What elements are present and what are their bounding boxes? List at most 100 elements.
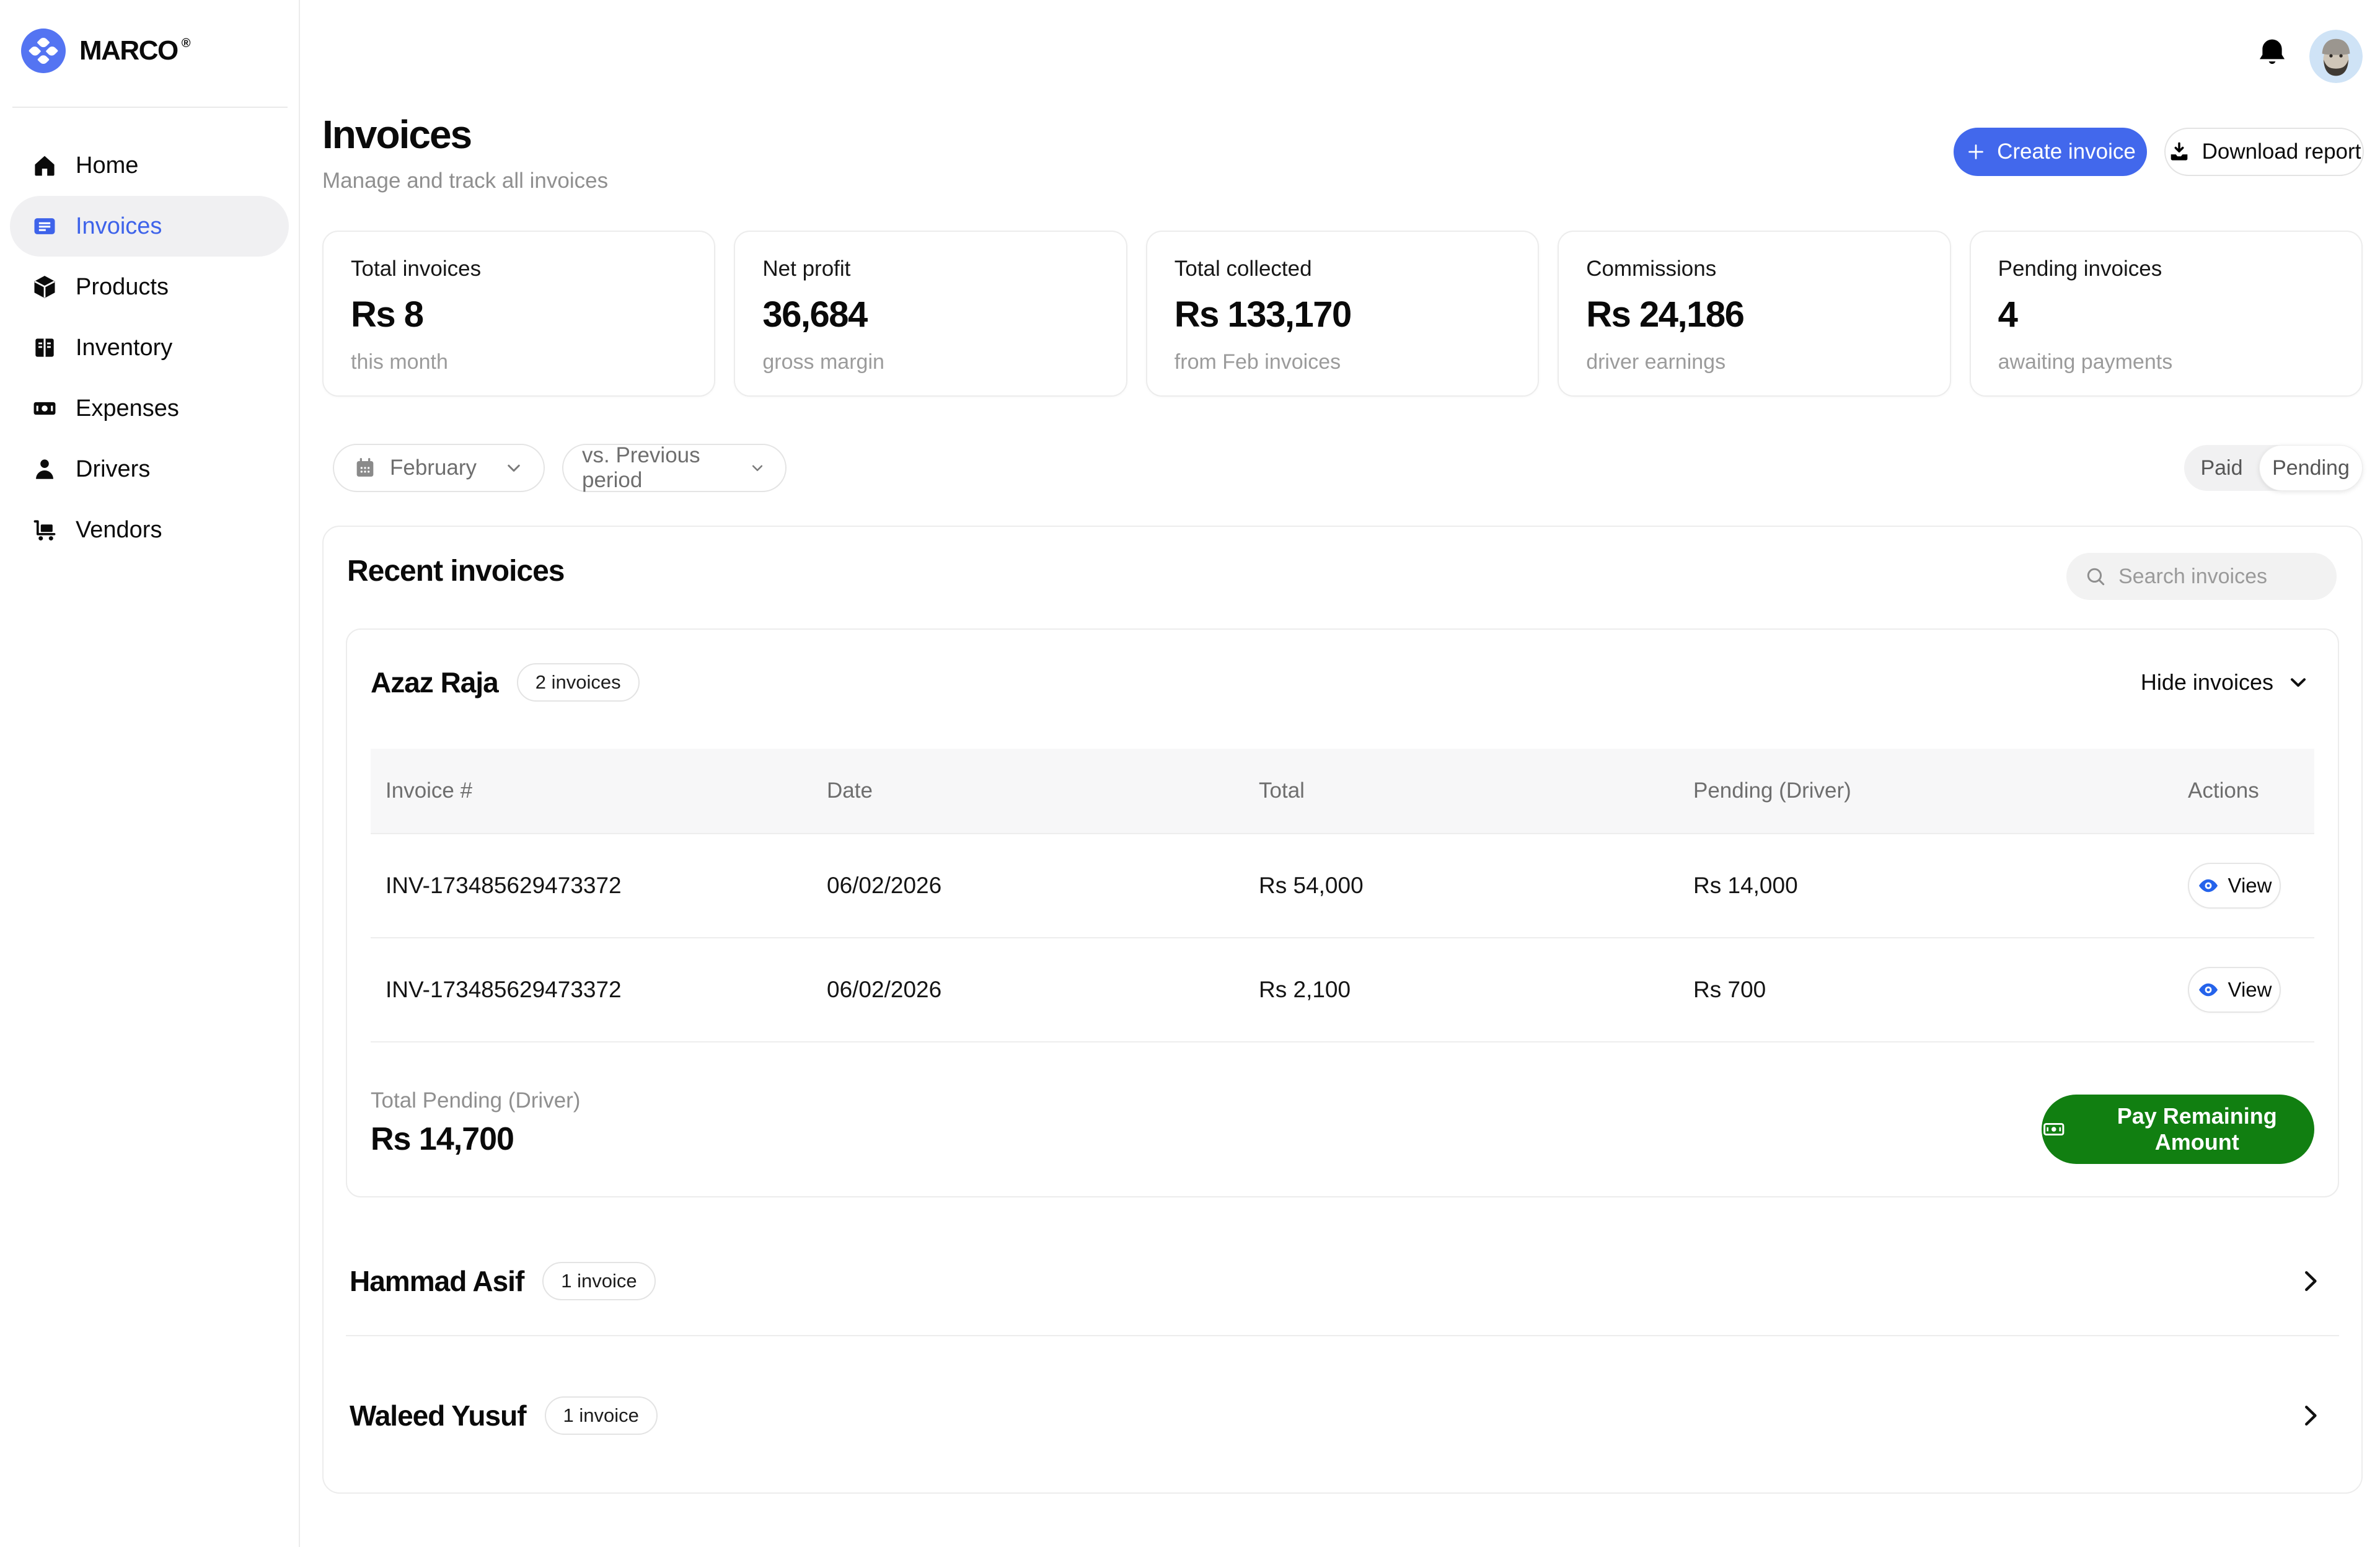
box-icon (31, 273, 58, 301)
chevron-right-icon (2296, 1267, 2324, 1295)
invoices-page: MARCO® Home Invoices Products Inventory (0, 0, 2380, 1547)
notifications-button[interactable] (2255, 36, 2290, 71)
stat-value: 36,684 (762, 294, 1098, 335)
stat-card-net-profit: Net profit 36,684 gross margin (734, 231, 1127, 397)
download-report-button[interactable]: Download report (2164, 128, 2364, 176)
stat-card-total-collected: Total collected Rs 133,170 from Feb invo… (1146, 231, 1539, 397)
chevron-right-icon (2296, 1401, 2324, 1430)
page-subtitle: Manage and track all invoices (322, 169, 608, 193)
banknote-icon (2042, 1116, 2066, 1142)
stat-card-commissions: Commissions Rs 24,186 driver earnings (1558, 231, 1950, 397)
group-name: Waleed Yusuf (350, 1399, 526, 1432)
sidebar-item-vendors[interactable]: Vendors (10, 500, 289, 560)
sidebar-divider (12, 107, 288, 108)
home-icon (31, 152, 58, 179)
group-name: Hammad Asif (350, 1264, 524, 1298)
group-name: Azaz Raja (371, 666, 498, 699)
sidebar-item-label: Inventory (76, 335, 172, 361)
search-input[interactable] (2118, 565, 2319, 589)
stat-note: awaiting payments (1998, 350, 2173, 374)
table-row: INV-173485629473372 06/02/2026 Rs 54,000… (371, 834, 2314, 938)
invoice-number: INV-173485629473372 (371, 977, 812, 1003)
invoice-count-badge: 1 invoice (542, 1262, 655, 1300)
group-divider (346, 1335, 2339, 1336)
toggle-pending[interactable]: Pending (2259, 445, 2363, 491)
brand-name: MARCO® (79, 35, 190, 66)
compare-period-dropdown[interactable]: vs. Previous period (562, 444, 787, 492)
stat-value: Rs 8 (351, 294, 687, 335)
col-date: Date (812, 778, 1244, 803)
invoice-pending: Rs 14,000 (1678, 873, 2173, 899)
registered-mark: ® (182, 37, 190, 51)
sidebar-item-label: Invoices (76, 213, 162, 240)
stat-note: from Feb invoices (1175, 350, 1341, 374)
invoice-group-waleed-yusuf[interactable]: Waleed Yusuf 1 invoice (346, 1369, 2339, 1462)
invoice-number: INV-173485629473372 (371, 873, 812, 899)
paid-pending-toggle: Paid Pending (2184, 445, 2363, 491)
sidebar-item-drivers[interactable]: Drivers (10, 439, 289, 500)
create-invoice-label: Create invoice (1997, 139, 2136, 164)
sidebar-item-label: Drivers (76, 456, 150, 483)
hide-invoices-button[interactable]: Hide invoices (2141, 669, 2311, 695)
sidebar-item-home[interactable]: Home (10, 135, 289, 196)
banknote-icon (31, 395, 58, 422)
chevron-down-icon (748, 457, 767, 479)
sidebar-item-expenses[interactable]: Expenses (10, 378, 289, 439)
sidebar-item-label: Expenses (76, 395, 179, 422)
sidebar-item-invoices[interactable]: Invoices (10, 196, 289, 257)
col-total: Total (1244, 778, 1678, 803)
hide-invoices-label: Hide invoices (2141, 669, 2273, 695)
stat-label: Total collected (1175, 257, 1510, 281)
chevron-down-icon (2286, 670, 2311, 695)
group-footer: Total Pending (Driver) Rs 14,700 Pay Rem… (371, 1042, 2314, 1199)
invoice-pending: Rs 700 (1678, 977, 2173, 1003)
stat-note: driver earnings (1586, 350, 1726, 374)
sidebar-item-inventory[interactable]: Inventory (10, 317, 289, 378)
group-header: Azaz Raja 2 invoices Hide invoices (371, 630, 2311, 735)
invoices-table: Invoice # Date Total Pending (Driver) Ac… (371, 749, 2314, 1042)
toggle-paid[interactable]: Paid (2184, 445, 2259, 491)
stat-label: Commissions (1586, 257, 1922, 281)
bell-icon (2255, 36, 2290, 71)
table-row: INV-173485629473372 06/02/2026 Rs 2,100 … (371, 938, 2314, 1042)
avatar[interactable] (2309, 30, 2363, 83)
stat-card-total-invoices: Total invoices Rs 8 this month (322, 231, 715, 397)
invoice-count-badge: 1 invoice (545, 1396, 658, 1435)
download-icon (2167, 140, 2191, 164)
person-icon (31, 456, 58, 483)
invoice-total: Rs 54,000 (1244, 873, 1678, 899)
stat-label: Total invoices (351, 257, 687, 281)
invoice-group-hammad-asif[interactable]: Hammad Asif 1 invoice (346, 1235, 2339, 1328)
invoice-date: 06/02/2026 (812, 873, 1244, 899)
calendar-icon (353, 456, 377, 480)
download-report-label: Download report (2202, 139, 2361, 164)
view-label: View (2228, 978, 2272, 1002)
stat-note: this month (351, 350, 448, 374)
eye-icon (2197, 979, 2219, 1001)
sidebar: MARCO® Home Invoices Products Inventory (0, 0, 300, 1547)
sidebar-item-label: Home (76, 152, 138, 179)
cart-icon (31, 516, 58, 544)
invoice-count-badge: 2 invoices (517, 663, 640, 702)
view-invoice-button[interactable]: View (2188, 967, 2281, 1013)
month-filter-dropdown[interactable]: February (333, 444, 545, 492)
stat-note: gross margin (762, 350, 884, 374)
search-box (2066, 553, 2337, 600)
pay-remaining-button[interactable]: Pay Remaining Amount (2042, 1095, 2314, 1164)
compare-period-value: vs. Previous period (582, 443, 736, 493)
eye-icon (2197, 875, 2219, 897)
col-actions: Actions (2173, 778, 2314, 803)
chevron-down-icon (503, 457, 525, 479)
stat-label: Net profit (762, 257, 1098, 281)
view-invoice-button[interactable]: View (2188, 863, 2281, 909)
invoice-date: 06/02/2026 (812, 977, 1244, 1003)
stat-value: Rs 133,170 (1175, 294, 1510, 335)
sidebar-item-label: Products (76, 274, 169, 301)
stat-value: Rs 24,186 (1586, 294, 1922, 335)
total-pending-value: Rs 14,700 (371, 1121, 514, 1158)
view-label: View (2228, 874, 2272, 897)
sidebar-item-products[interactable]: Products (10, 257, 289, 317)
plus-icon (1965, 141, 1987, 163)
stat-label: Pending invoices (1998, 257, 2334, 281)
create-invoice-button[interactable]: Create invoice (1954, 128, 2147, 176)
